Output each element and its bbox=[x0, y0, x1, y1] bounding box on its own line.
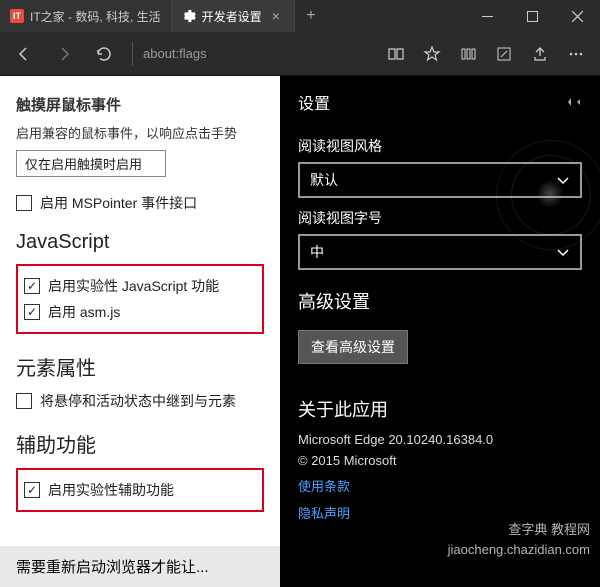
copyright-text: © 2015 Microsoft bbox=[298, 453, 582, 468]
titlebar-spacer bbox=[327, 0, 465, 32]
highlight-accessibility: ✓ 启用实验性辅助功能 bbox=[16, 468, 264, 512]
js-experimental-label: 启用实验性 JavaScript 功能 bbox=[48, 276, 219, 296]
reading-font-label: 阅读视图字号 bbox=[298, 208, 582, 228]
relay-option[interactable]: 将悬停和活动状态中继到与元素 bbox=[16, 391, 264, 411]
close-window-button[interactable] bbox=[555, 0, 600, 32]
browser-toolbar: about:flags bbox=[0, 32, 600, 76]
settings-pane: 设置 阅读视图风格 默认 阅读视图字号 中 高级设置 查看高级设置 关于此应用 … bbox=[280, 76, 600, 587]
refresh-button[interactable] bbox=[86, 36, 122, 72]
settings-panel-title: 设置 bbox=[298, 90, 330, 114]
privacy-link[interactable]: 隐私声明 bbox=[298, 503, 582, 522]
mspointer-option[interactable]: 启用 MSPointer 事件接口 bbox=[16, 193, 264, 213]
mspointer-label: 启用 MSPointer 事件接口 bbox=[40, 193, 197, 213]
checkbox-checked-icon: ✓ bbox=[24, 482, 40, 498]
window-titlebar: IT IT之家 - 数码, 科技, 生活 开发者设置 × + bbox=[0, 0, 600, 32]
section-element-attrs-heading: 元素属性 bbox=[16, 352, 264, 381]
tab-label: IT之家 - 数码, 科技, 生活 bbox=[30, 8, 161, 25]
accessibility-experimental-label: 启用实验性辅助功能 bbox=[48, 480, 174, 500]
asmjs-label: 启用 asm.js bbox=[48, 302, 120, 322]
touch-desc: 启用兼容的鼠标事件，以响应点击手势 bbox=[16, 123, 264, 142]
back-button[interactable] bbox=[6, 36, 42, 72]
reading-font-value: 中 bbox=[310, 242, 324, 262]
forward-button[interactable] bbox=[46, 36, 82, 72]
restart-notice: 需要重新启动浏览器才能让... bbox=[0, 546, 280, 587]
section-touch-heading: 触摸屏鼠标事件 bbox=[16, 94, 264, 115]
section-javascript-heading: JavaScript bbox=[16, 231, 264, 254]
webnote-button[interactable] bbox=[486, 36, 522, 72]
asmjs-option[interactable]: ✓ 启用 asm.js bbox=[24, 302, 256, 322]
reading-style-select[interactable]: 默认 bbox=[298, 162, 582, 198]
checkbox-unchecked-icon bbox=[16, 393, 32, 409]
reading-style-label: 阅读视图风格 bbox=[298, 136, 582, 156]
about-heading: 关于此应用 bbox=[298, 396, 582, 422]
watermark-text: 查字典 教程网 jiaocheng.chazidian.com bbox=[448, 520, 590, 559]
reading-view-button[interactable] bbox=[378, 36, 414, 72]
chevron-down-icon bbox=[556, 245, 570, 259]
maximize-button[interactable] bbox=[510, 0, 555, 32]
tab-ithome[interactable]: IT IT之家 - 数码, 科技, 生活 bbox=[0, 0, 172, 32]
minimize-button[interactable] bbox=[465, 0, 510, 32]
share-button[interactable] bbox=[522, 36, 558, 72]
accessibility-experimental-option[interactable]: ✓ 启用实验性辅助功能 bbox=[24, 480, 256, 500]
watermark-line1: 查字典 教程网 bbox=[448, 520, 590, 540]
section-accessibility-heading: 辅助功能 bbox=[16, 429, 264, 458]
close-icon[interactable]: × bbox=[268, 8, 284, 24]
highlight-javascript: ✓ 启用实验性 JavaScript 功能 ✓ 启用 asm.js bbox=[16, 264, 264, 334]
advanced-settings-heading: 高级设置 bbox=[298, 288, 582, 314]
new-tab-button[interactable]: + bbox=[295, 0, 327, 32]
hub-button[interactable] bbox=[450, 36, 486, 72]
content-area: 触摸屏鼠标事件 启用兼容的鼠标事件，以响应点击手势 仅在启用触摸时启用 启用 M… bbox=[0, 76, 600, 587]
pin-icon[interactable] bbox=[568, 95, 582, 109]
ithome-favicon-icon: IT bbox=[10, 9, 24, 23]
chevron-down-icon bbox=[556, 173, 570, 187]
terms-link[interactable]: 使用条款 bbox=[298, 476, 582, 495]
reading-style-value: 默认 bbox=[310, 170, 338, 190]
more-button[interactable] bbox=[558, 36, 594, 72]
address-bar[interactable]: about:flags bbox=[132, 42, 374, 66]
touch-select[interactable]: 仅在启用触摸时启用 bbox=[16, 150, 166, 177]
tab-label: 开发者设置 bbox=[202, 8, 262, 25]
touch-select-value: 仅在启用触摸时启用 bbox=[25, 157, 142, 172]
favorites-button[interactable] bbox=[414, 36, 450, 72]
js-experimental-option[interactable]: ✓ 启用实验性 JavaScript 功能 bbox=[24, 276, 256, 296]
checkbox-unchecked-icon bbox=[16, 195, 32, 211]
gear-icon bbox=[182, 9, 196, 23]
view-advanced-button[interactable]: 查看高级设置 bbox=[298, 330, 408, 364]
checkbox-checked-icon: ✓ bbox=[24, 278, 40, 294]
checkbox-checked-icon: ✓ bbox=[24, 304, 40, 320]
relay-label: 将悬停和活动状态中继到与元素 bbox=[40, 391, 236, 411]
reading-font-select[interactable]: 中 bbox=[298, 234, 582, 270]
flags-pane: 触摸屏鼠标事件 启用兼容的鼠标事件，以响应点击手势 仅在启用触摸时启用 启用 M… bbox=[0, 76, 280, 587]
watermark-line2: jiaocheng.chazidian.com bbox=[448, 540, 590, 560]
version-text: Microsoft Edge 20.10240.16384.0 bbox=[298, 432, 582, 447]
tab-developer-settings[interactable]: 开发者设置 × bbox=[172, 0, 295, 32]
